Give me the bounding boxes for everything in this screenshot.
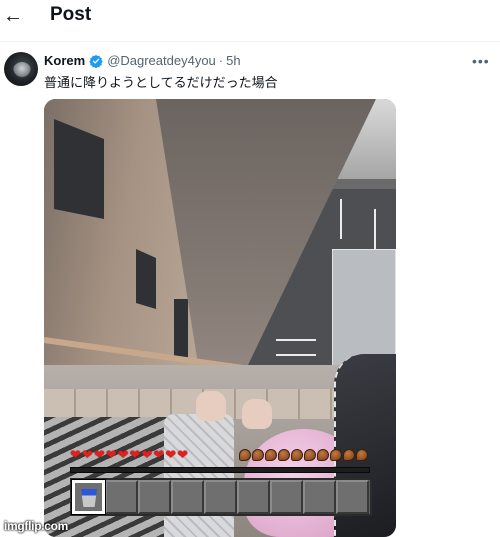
top-bar: ← Post xyxy=(0,0,500,42)
road-marking xyxy=(276,339,316,341)
building-window xyxy=(174,299,188,359)
hotbar-slot xyxy=(171,480,204,514)
hotbar-slot-selected xyxy=(71,479,106,515)
heart-icon: ❤ xyxy=(105,448,117,463)
drumstick-icon xyxy=(239,449,251,461)
right-foot xyxy=(242,399,272,429)
drumstick-icon xyxy=(343,449,355,461)
heart-icon: ❤ xyxy=(93,448,105,463)
drumstick-icon xyxy=(278,449,290,461)
tweet-text: 普通に降りようとしてるだけだった場合 xyxy=(44,76,278,91)
heart-icon: ❤ xyxy=(81,448,93,463)
heart-icon: ❤ xyxy=(153,448,165,463)
hotbar-slot xyxy=(237,480,270,514)
avatar[interactable] xyxy=(4,52,38,86)
road-marking xyxy=(374,209,376,249)
left-foot xyxy=(196,391,226,421)
heart-icon: ❤ xyxy=(177,448,189,463)
heart-icon: ❤ xyxy=(70,448,81,463)
author-name[interactable]: Korem xyxy=(44,53,85,68)
water-bucket-icon xyxy=(81,489,97,507)
road-marking xyxy=(276,354,316,356)
drumstick-icon xyxy=(291,449,303,461)
drumstick-icon xyxy=(265,449,277,461)
health-hearts: ❤ ❤ ❤ ❤ ❤ ❤ ❤ ❤ ❤ ❤ xyxy=(70,449,188,462)
verified-badge-icon xyxy=(89,54,103,68)
hotbar-slot xyxy=(204,480,237,514)
drumstick-icon xyxy=(317,449,329,461)
heart-icon: ❤ xyxy=(141,448,153,463)
hunger-bar xyxy=(239,449,368,461)
drumstick-icon xyxy=(304,449,316,461)
more-dots-icon[interactable]: ••• xyxy=(472,53,490,69)
building-window xyxy=(136,249,156,309)
drumstick-icon xyxy=(252,449,264,461)
hotbar-slot xyxy=(336,480,369,514)
tweet-header: Korem @Dagreatdey4you · 5h xyxy=(44,53,241,68)
post-time[interactable]: 5h xyxy=(226,53,240,68)
arrow-left-icon[interactable]: ← xyxy=(2,5,24,27)
pants-leg xyxy=(164,414,234,537)
watermark: imgflip.com xyxy=(4,519,69,533)
hotbar xyxy=(70,478,372,516)
page-title: Post xyxy=(50,4,92,25)
experience-bar xyxy=(70,467,370,473)
hotbar-slot xyxy=(303,480,336,514)
drumstick-icon xyxy=(330,449,342,461)
drumstick-icon xyxy=(356,449,368,461)
separator-dot: · xyxy=(218,53,224,68)
hotbar-slot xyxy=(138,480,171,514)
heart-icon: ❤ xyxy=(129,448,141,463)
heart-icon: ❤ xyxy=(165,448,177,463)
author-handle[interactable]: @Dagreatdey4you xyxy=(107,53,216,68)
hotbar-slot xyxy=(105,480,138,514)
tweet-media-image[interactable]: ❤ ❤ ❤ ❤ ❤ ❤ ❤ ❤ ❤ ❤ xyxy=(44,99,396,537)
heart-icon: ❤ xyxy=(117,448,129,463)
hotbar-slot xyxy=(270,480,303,514)
road-marking xyxy=(340,199,342,239)
